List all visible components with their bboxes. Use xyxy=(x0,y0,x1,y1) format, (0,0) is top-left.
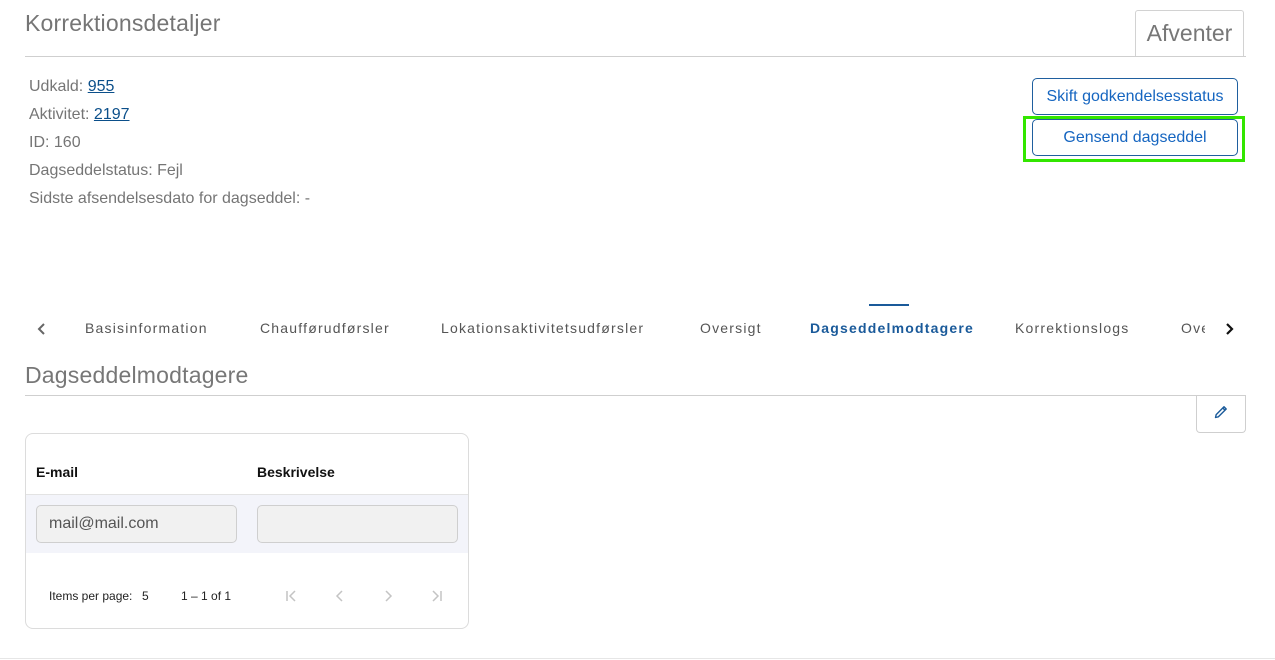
callout-link[interactable]: 955 xyxy=(88,78,115,95)
activity-label: Aktivitet: xyxy=(29,106,90,123)
description-field[interactable] xyxy=(257,505,458,543)
tab-lokationsaktivitetsudforsler[interactable]: Lokationsaktivitetsudførsler xyxy=(441,320,644,336)
paginator: Items per page: 5 1 – 1 of 1 xyxy=(26,584,468,608)
recipients-table: E-mail Beskrivelse mail@mail.com Items p… xyxy=(25,433,469,629)
tab-over[interactable]: Over xyxy=(1181,320,1205,336)
tab-korrektionslogs[interactable]: Korrektionslogs xyxy=(1015,320,1130,336)
change-approval-status-button[interactable]: Skift godkendelsesstatus xyxy=(1032,78,1238,115)
first-page-icon[interactable] xyxy=(280,584,304,608)
edit-button[interactable] xyxy=(1196,396,1246,433)
tab-basisinformation[interactable]: Basisinformation xyxy=(85,320,208,336)
next-page-icon[interactable] xyxy=(376,584,400,608)
column-header-description: Beskrivelse xyxy=(257,464,335,480)
items-per-page-label: Items per page: xyxy=(49,589,133,603)
tab-bar: Basisinformation Chaufførudførsler Lokat… xyxy=(25,300,1246,358)
tab-dagseddelmodtagere[interactable]: Dagseddelmodtagere xyxy=(810,320,974,336)
status-badge: Afventer xyxy=(1135,10,1244,56)
last-page-icon[interactable] xyxy=(424,584,448,608)
email-field[interactable]: mail@mail.com xyxy=(36,505,237,543)
details-list: Udkald: 955 Aktivitet: 2197 ID: 160 Dags… xyxy=(29,76,310,216)
pencil-icon xyxy=(1213,404,1229,425)
activity-link[interactable]: 2197 xyxy=(94,106,130,123)
tabs-scroll-area: Basisinformation Chaufførudførsler Lokat… xyxy=(65,300,1205,358)
column-header-email: E-mail xyxy=(36,464,79,480)
table-row: mail@mail.com xyxy=(26,494,468,553)
last-sent-text: Sidste afsendelsesdato for dagseddel: - xyxy=(29,190,311,207)
bottom-divider xyxy=(0,658,1275,659)
chevron-right-icon[interactable] xyxy=(1214,316,1244,342)
previous-page-icon[interactable] xyxy=(328,584,352,608)
activity-row: Aktivitet: 2197 xyxy=(29,104,310,132)
page-range-label: 1 – 1 of 1 xyxy=(181,589,232,603)
tab-chauffor-udforsler[interactable]: Chaufførudførsler xyxy=(260,320,390,336)
callout-label: Udkald: xyxy=(29,78,84,95)
title-divider xyxy=(25,56,1246,57)
items-per-page-select[interactable]: 5 xyxy=(142,589,149,603)
resend-daysheet-button[interactable]: Gensend dagseddel xyxy=(1032,119,1238,156)
tab-oversigt[interactable]: Oversigt xyxy=(700,320,762,336)
section-title: Dagseddelmodtagere xyxy=(25,362,249,388)
daysheet-status-text: Dagseddelstatus: Fejl xyxy=(29,162,183,179)
chevron-left-icon[interactable] xyxy=(27,316,57,342)
section-divider xyxy=(25,395,1246,396)
id-text: ID: 160 xyxy=(29,134,81,151)
page-title: Korrektionsdetaljer xyxy=(25,10,221,36)
callout-row: Udkald: 955 xyxy=(29,76,310,104)
active-tab-indicator xyxy=(869,304,909,306)
